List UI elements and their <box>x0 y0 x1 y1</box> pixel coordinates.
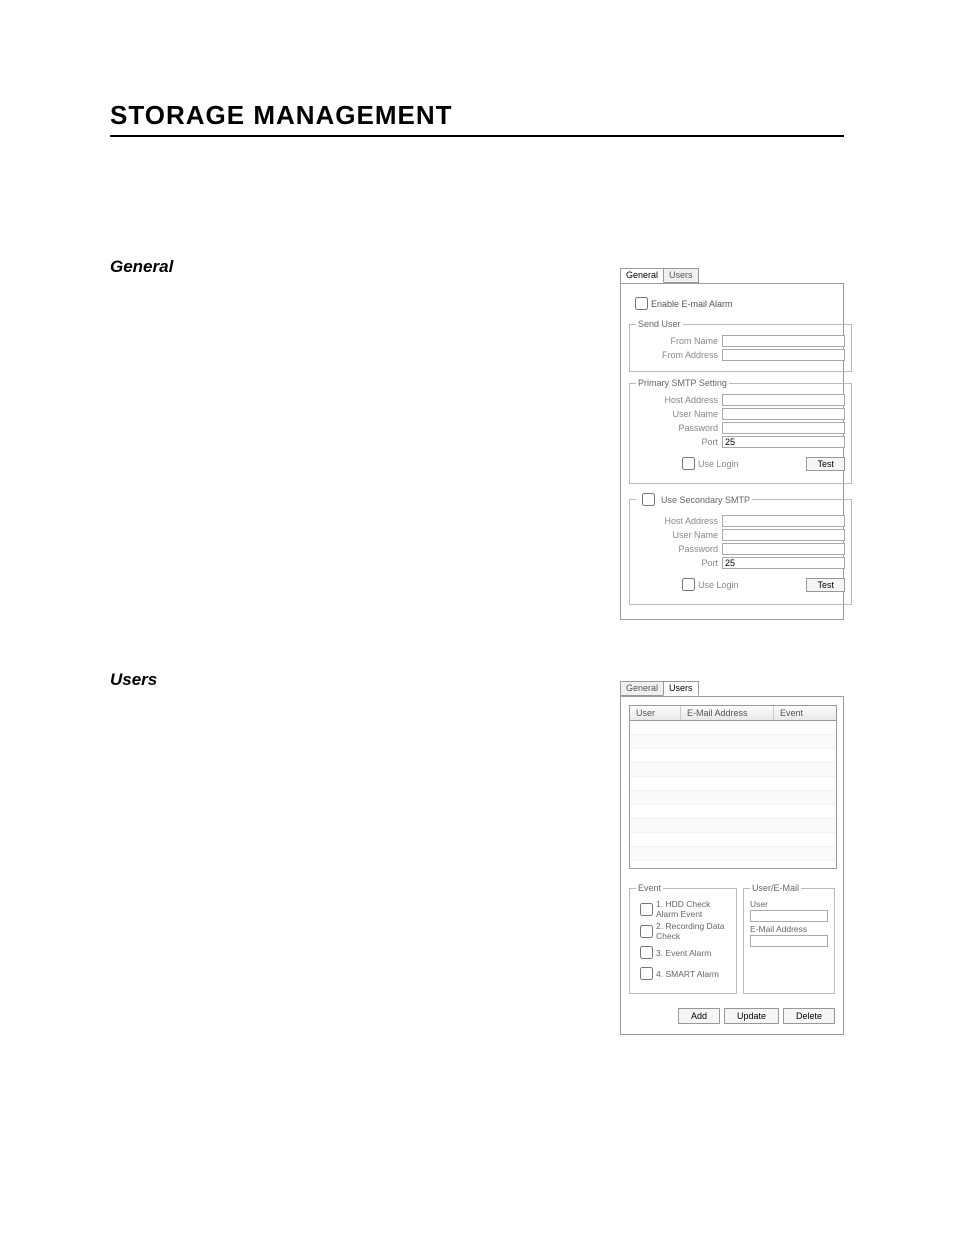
secondary-test-button[interactable]: Test <box>806 578 845 592</box>
section-heading-general: General <box>110 257 844 277</box>
users-table-body[interactable] <box>630 721 836 868</box>
from-name-input[interactable] <box>722 335 845 347</box>
secondary-smtp-legend: Use Secondary SMTP <box>661 495 750 505</box>
secondary-use-login-label: Use Login <box>698 580 739 590</box>
enable-email-alarm-checkbox[interactable] <box>635 297 648 310</box>
table-row[interactable] <box>630 861 836 869</box>
user-email-group: User/E-Mail User E-Mail Address <box>743 883 835 994</box>
table-row[interactable] <box>630 763 836 777</box>
mail-field-input[interactable] <box>750 935 828 947</box>
secondary-user-input[interactable] <box>722 529 845 541</box>
event-opt-1-checkbox[interactable] <box>640 903 653 916</box>
primary-user-input[interactable] <box>722 408 845 420</box>
send-user-group: Send User From Name From Address <box>629 319 852 372</box>
primary-smtp-legend: Primary SMTP Setting <box>636 378 729 388</box>
page-title: STORAGE MANAGEMENT <box>110 100 844 137</box>
tab-general[interactable]: General <box>620 268 664 283</box>
primary-host-input[interactable] <box>722 394 845 406</box>
event-opt-2-label: 2. Recording Data Check <box>656 921 730 941</box>
event-group: Event 1. HDD Check Alarm Event 2. Record… <box>629 883 737 994</box>
primary-port-input[interactable] <box>722 436 845 448</box>
enable-email-alarm-label: Enable E-mail Alarm <box>651 299 733 309</box>
user-email-legend: User/E-Mail <box>750 883 801 893</box>
event-opt-2-checkbox[interactable] <box>640 925 653 938</box>
col-header-event[interactable]: Event <box>774 706 836 720</box>
primary-password-input[interactable] <box>722 422 845 434</box>
primary-port-label: Port <box>636 437 722 447</box>
tab-users-2[interactable]: Users <box>663 681 699 696</box>
event-opt-3-label: 3. Event Alarm <box>656 948 711 958</box>
user-field-input[interactable] <box>750 910 828 922</box>
mail-field-label: E-Mail Address <box>750 924 828 934</box>
from-name-label: From Name <box>636 336 722 346</box>
secondary-port-label: Port <box>636 558 722 568</box>
users-table: User E-Mail Address Event <box>629 705 837 869</box>
primary-test-button[interactable]: Test <box>806 457 845 471</box>
primary-host-label: Host Address <box>636 395 722 405</box>
send-user-legend: Send User <box>636 319 683 329</box>
table-row[interactable] <box>630 777 836 791</box>
secondary-user-label: User Name <box>636 530 722 540</box>
col-header-user[interactable]: User <box>630 706 681 720</box>
from-address-label: From Address <box>636 350 722 360</box>
secondary-password-input[interactable] <box>722 543 845 555</box>
event-opt-4-checkbox[interactable] <box>640 967 653 980</box>
primary-use-login-checkbox[interactable] <box>682 457 695 470</box>
section-heading-users: Users <box>110 670 844 690</box>
general-settings-panel: General Users Enable E-mail Alarm Send U… <box>620 283 844 620</box>
primary-password-label: Password <box>636 423 722 433</box>
table-row[interactable] <box>630 735 836 749</box>
user-field-label: User <box>750 899 828 909</box>
tab-general-2[interactable]: General <box>620 681 664 696</box>
table-row[interactable] <box>630 847 836 861</box>
secondary-password-label: Password <box>636 544 722 554</box>
col-header-mail[interactable]: E-Mail Address <box>681 706 774 720</box>
table-row[interactable] <box>630 791 836 805</box>
event-opt-3-checkbox[interactable] <box>640 946 653 959</box>
primary-user-label: User Name <box>636 409 722 419</box>
secondary-use-login-checkbox[interactable] <box>682 578 695 591</box>
from-address-input[interactable] <box>722 349 845 361</box>
secondary-host-label: Host Address <box>636 516 722 526</box>
event-legend: Event <box>636 883 663 893</box>
tab-users[interactable]: Users <box>663 268 699 283</box>
table-row[interactable] <box>630 805 836 819</box>
secondary-host-input[interactable] <box>722 515 845 527</box>
update-button[interactable]: Update <box>724 1008 779 1024</box>
secondary-port-input[interactable] <box>722 557 845 569</box>
table-row[interactable] <box>630 749 836 763</box>
table-row[interactable] <box>630 833 836 847</box>
secondary-smtp-group: Use Secondary SMTP Host Address User Nam… <box>629 490 852 605</box>
primary-use-login-label: Use Login <box>698 459 739 469</box>
event-opt-4-label: 4. SMART Alarm <box>656 969 719 979</box>
table-row[interactable] <box>630 819 836 833</box>
add-button[interactable]: Add <box>678 1008 720 1024</box>
delete-button[interactable]: Delete <box>783 1008 835 1024</box>
users-settings-panel: General Users User E-Mail Address Event <box>620 696 844 1035</box>
event-opt-1-label: 1. HDD Check Alarm Event <box>656 899 730 919</box>
table-row[interactable] <box>630 721 836 735</box>
secondary-enable-checkbox[interactable] <box>642 493 655 506</box>
primary-smtp-group: Primary SMTP Setting Host Address User N… <box>629 378 852 484</box>
